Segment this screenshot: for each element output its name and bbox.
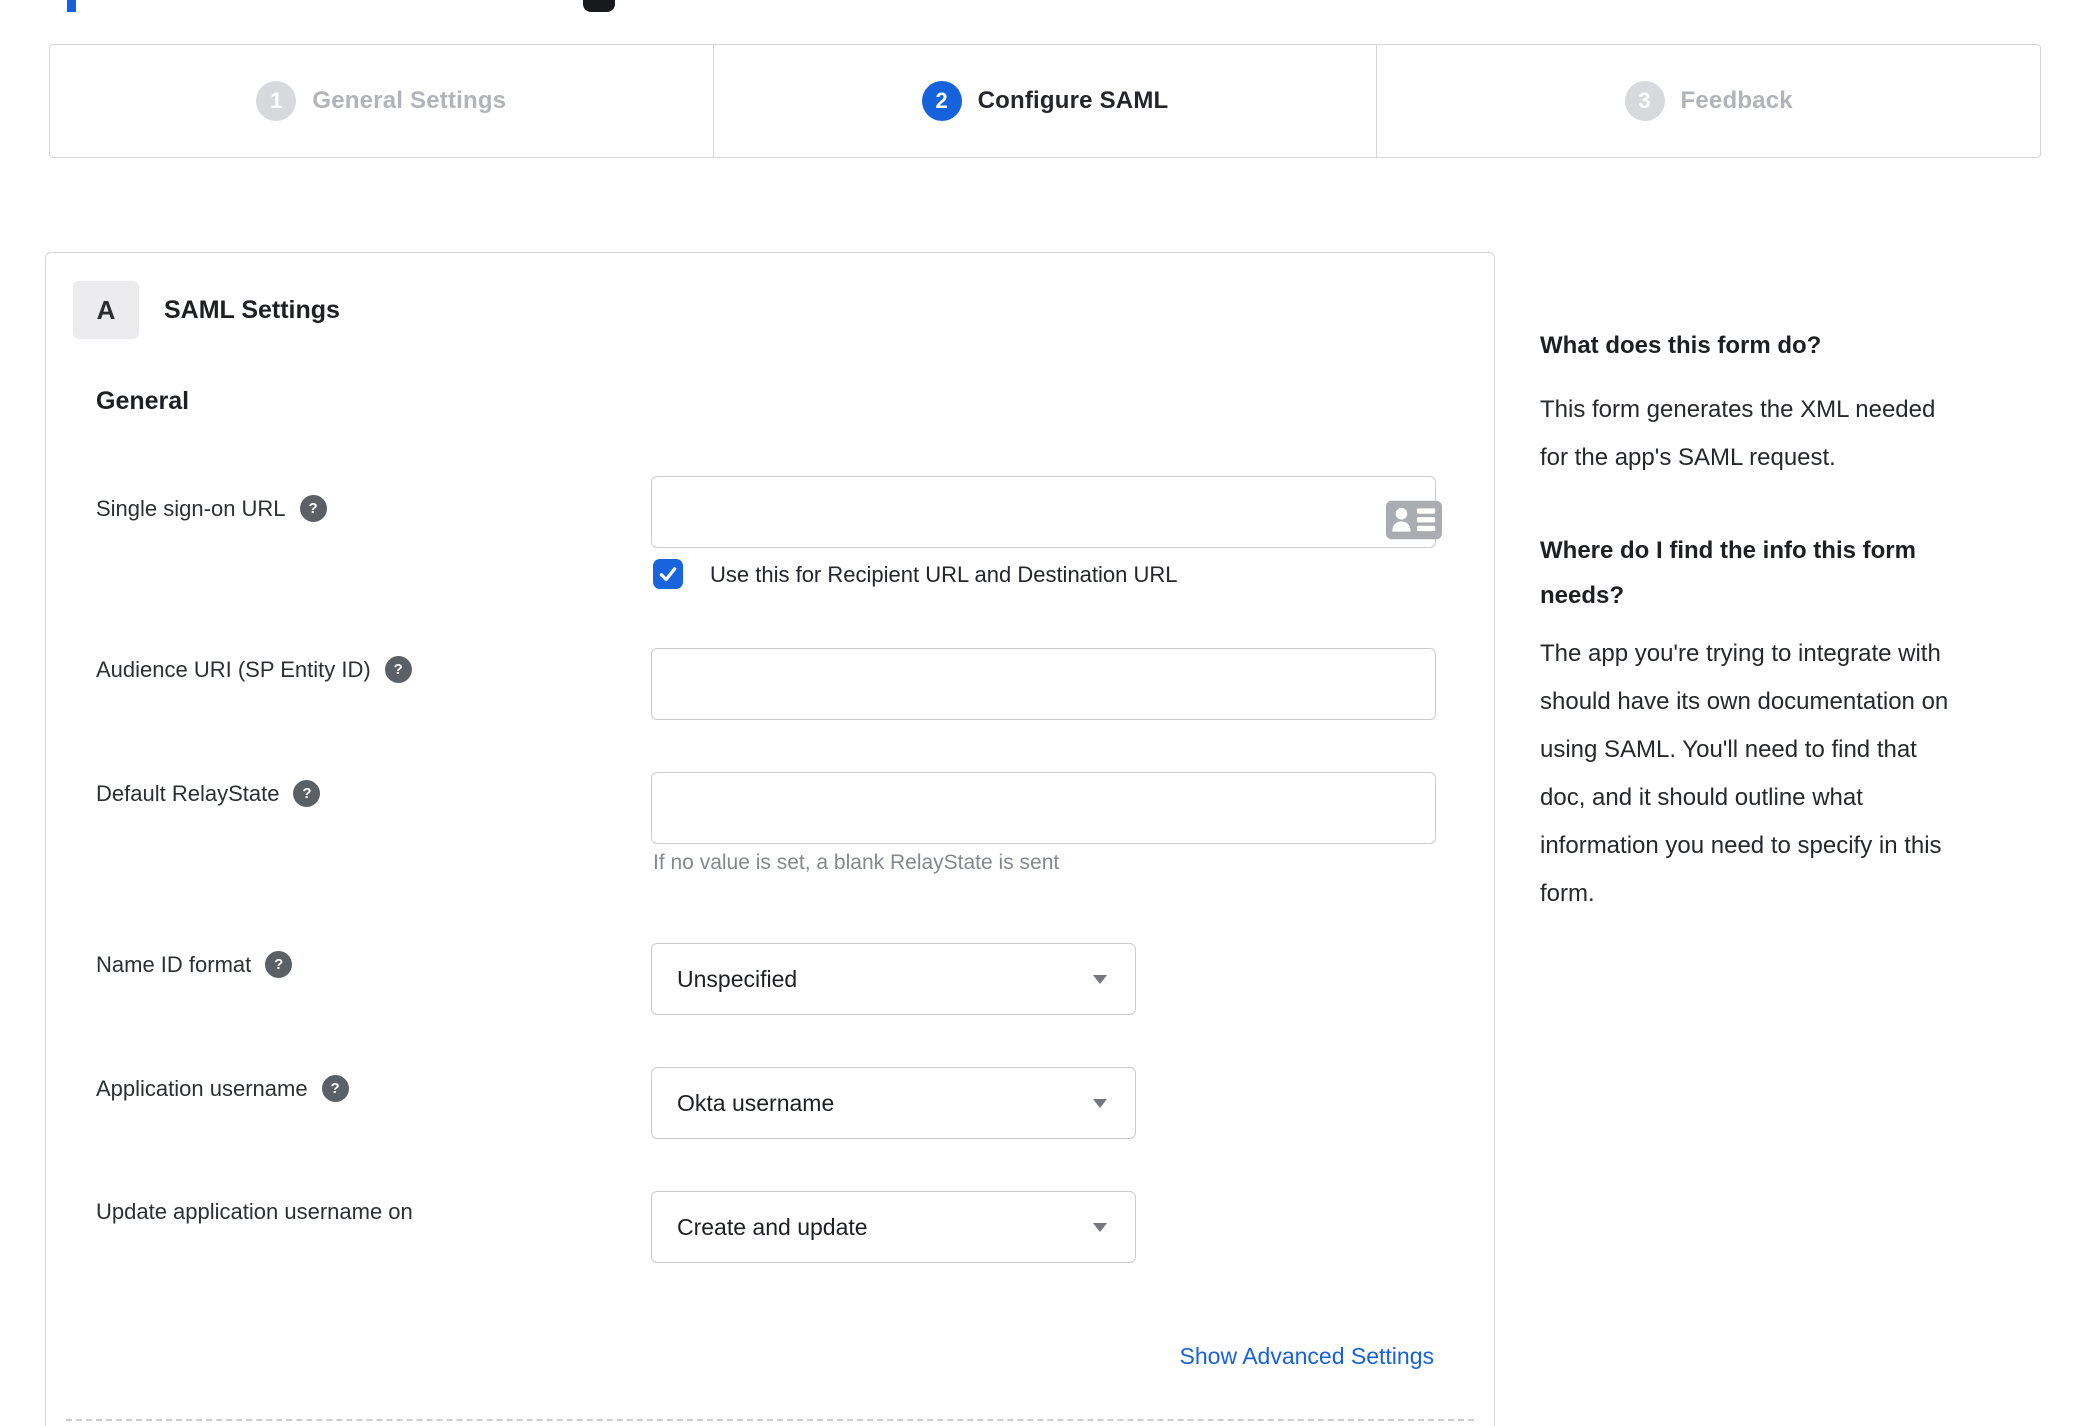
step-3-number-badge: 3: [1624, 81, 1665, 121]
sso-url-help-icon[interactable]: ?: [299, 495, 327, 522]
chevron-down-icon: [1093, 1222, 1107, 1232]
section-dashed-divider: [66, 1419, 1474, 1421]
step-configure-saml[interactable]: 2 Configure SAML: [712, 45, 1377, 157]
cutoff-header-fragment-icon: [583, 0, 615, 12]
update-username-value: Create and update: [677, 1213, 868, 1240]
sidebar-answer-2: The app you're trying to integrate with …: [1540, 640, 1949, 907]
name-id-format-value: Unspecified: [677, 965, 798, 992]
chevron-down-icon: [1093, 974, 1107, 984]
relaystate-label-text: Default RelayState: [96, 780, 280, 806]
cutoff-header-fragment-blue: [67, 0, 76, 12]
show-advanced-settings-link[interactable]: Show Advanced Settings: [1180, 1343, 1434, 1370]
step-1-number-badge: 1: [256, 81, 297, 121]
sso-url-label: Single sign-on URL ?: [96, 495, 327, 522]
name-id-format-label: Name ID format ?: [96, 951, 293, 978]
update-username-label-text: Update application username on: [96, 1199, 413, 1224]
step-general-settings[interactable]: 1 General Settings: [50, 45, 713, 157]
sidebar-question-1: What does this form do?: [1540, 332, 1822, 359]
step-2-label: Configure SAML: [977, 87, 1169, 114]
sidebar-question-2: Where do I find the info this form needs…: [1540, 537, 1916, 609]
name-id-format-help-icon[interactable]: ?: [265, 951, 293, 978]
step-2-number-badge: 2: [921, 81, 962, 121]
application-username-help-icon[interactable]: ?: [321, 1075, 349, 1102]
update-username-label: Update application username on: [96, 1199, 413, 1225]
sso-url-label-text: Single sign-on URL: [96, 495, 286, 521]
name-id-format-label-text: Name ID format: [96, 951, 252, 977]
general-section-heading: General: [96, 387, 190, 415]
application-username-value: Okta username: [677, 1089, 835, 1116]
audience-uri-label-text: Audience URI (SP Entity ID): [96, 656, 371, 682]
relaystate-hint: If no value is set, a blank RelayState i…: [653, 851, 1060, 874]
audience-uri-help-icon[interactable]: ?: [384, 656, 412, 683]
application-username-label-text: Application username: [96, 1075, 308, 1101]
page: 1 General Settings 2 Configure SAML 3 Fe…: [0, 0, 2092, 1426]
application-username-select[interactable]: Okta username: [651, 1067, 1136, 1139]
update-username-select[interactable]: Create and update: [651, 1191, 1136, 1263]
step-1-label: General Settings: [312, 87, 507, 114]
panel-title: SAML Settings: [164, 296, 340, 324]
step-3-label: Feedback: [1680, 87, 1793, 114]
step-feedback[interactable]: 3 Feedback: [1376, 45, 2040, 157]
checkmark-icon: [659, 567, 677, 582]
audience-uri-label: Audience URI (SP Entity ID) ?: [96, 656, 412, 683]
relaystate-input[interactable]: [651, 772, 1436, 844]
chevron-down-icon: [1093, 1098, 1107, 1108]
recipient-url-checkbox[interactable]: [653, 559, 683, 589]
recipient-url-checkbox-label: Use this for Recipient URL and Destinati…: [710, 562, 1178, 587]
saml-settings-panel: A SAML Settings General Single sign-on U…: [45, 252, 1495, 1426]
relaystate-label: Default RelayState ?: [96, 780, 321, 807]
section-a-badge: A: [73, 281, 139, 339]
sidebar-answer-1: This form generates the XML needed for t…: [1540, 396, 1936, 471]
help-sidebar: What does this form do? This form genera…: [1540, 330, 2048, 918]
wizard-stepper: 1 General Settings 2 Configure SAML 3 Fe…: [49, 44, 2041, 158]
application-username-label: Application username ?: [96, 1075, 349, 1102]
name-id-format-select[interactable]: Unspecified: [651, 943, 1136, 1015]
relaystate-help-icon[interactable]: ?: [293, 780, 321, 807]
audience-uri-input[interactable]: [651, 648, 1436, 720]
sso-url-input[interactable]: [651, 476, 1436, 548]
